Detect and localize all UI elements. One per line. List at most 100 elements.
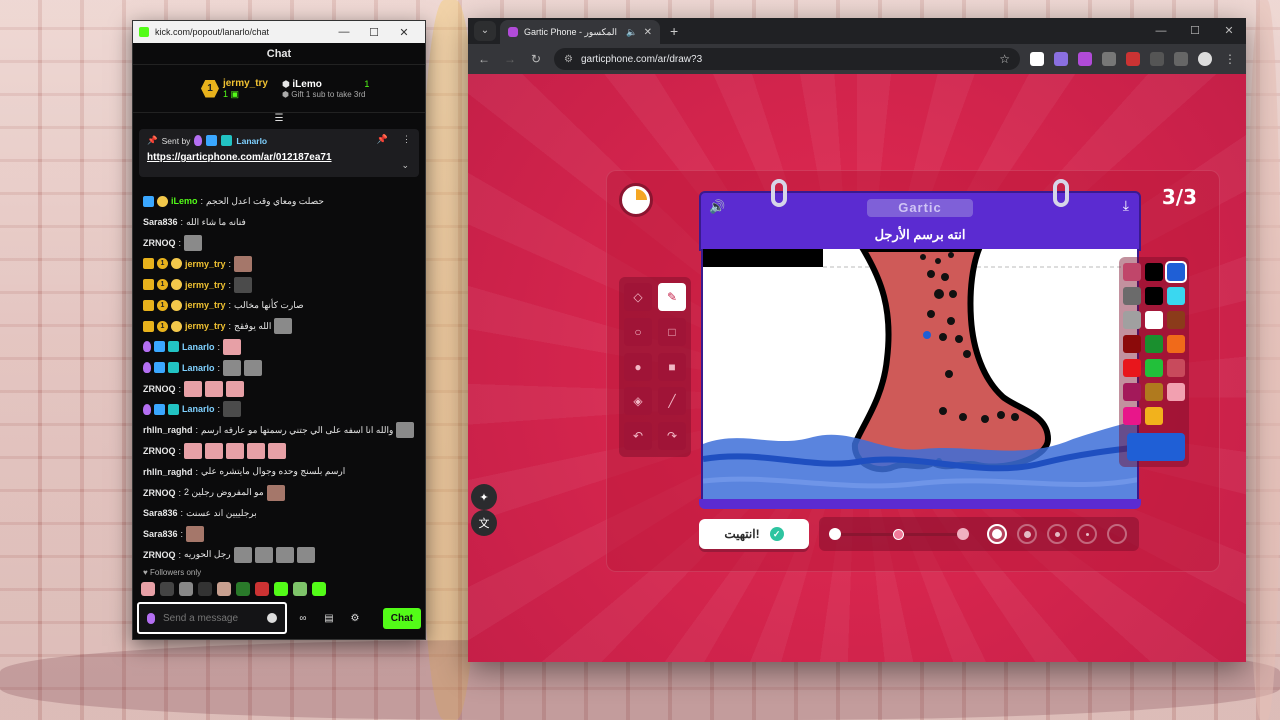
chat-username[interactable]: ZRNOQ (143, 238, 176, 248)
brush-size-option[interactable] (1017, 524, 1037, 544)
extension-icon[interactable] (1102, 52, 1116, 66)
color-swatch[interactable] (1145, 407, 1163, 425)
chat-emote[interactable] (296, 546, 315, 563)
gift-leader-second[interactable]: ⬢ iLemo 1 ⬢ Gift 1 sub to take 3rd (282, 79, 369, 99)
chat-username[interactable]: rhlln_raghd (143, 425, 193, 435)
tab-gartic-phone[interactable]: Gartic Phone - الهاتف المكسور 🔈 ✕ (500, 20, 660, 44)
rectangle-outline-tool-icon[interactable]: □ (658, 317, 686, 346)
color-swatch[interactable] (1145, 263, 1163, 281)
color-swatch[interactable] (1123, 359, 1141, 377)
color-swatch[interactable] (1123, 407, 1141, 425)
chat-username[interactable]: Lanarlo (182, 404, 215, 414)
quick-emote[interactable] (179, 582, 193, 596)
chat-username[interactable]: iLemo (171, 196, 198, 206)
color-swatch[interactable] (1167, 359, 1185, 377)
chat-username[interactable]: Sara836 (143, 529, 178, 539)
chat-emote[interactable] (223, 338, 242, 355)
bookmark-star-icon[interactable]: ☆ (999, 52, 1010, 66)
chat-username[interactable]: ZRNOQ (143, 384, 176, 394)
store-icon[interactable]: ▤ (319, 613, 339, 624)
quick-emote[interactable] (160, 582, 174, 596)
close-icon[interactable]: ✕ (389, 26, 419, 39)
chat-emote[interactable] (223, 359, 242, 376)
browser-menu-icon[interactable]: ⋮ (1222, 52, 1238, 66)
chat-emote[interactable] (184, 234, 203, 251)
gift-leader-first[interactable]: 1 jermy_try 1 ▣ (143, 78, 268, 100)
rectangle-fill-tool-icon[interactable]: ■ (658, 352, 686, 381)
reading-list-icon[interactable] (1174, 52, 1188, 66)
chat-emote[interactable] (268, 442, 287, 459)
more-options-icon[interactable]: ⋮ (402, 134, 411, 145)
color-swatch[interactable] (1167, 311, 1185, 329)
address-bar[interactable]: ⚙ garticphone.com/ar/draw?3 ☆ (554, 48, 1020, 70)
chat-messages-list[interactable]: iLemo: حصلت ومعاي وقت اعدل الحجم Sara836: ف… (133, 191, 425, 563)
chat-emote[interactable] (396, 422, 415, 439)
sound-icon[interactable]: 🔊 (709, 199, 725, 215)
quick-emote[interactable] (236, 582, 250, 596)
translate-icon[interactable]: 文 (471, 510, 497, 536)
chat-username[interactable]: Lanarlo (182, 342, 215, 352)
minimize-icon[interactable]: — (329, 26, 359, 38)
maximize-icon[interactable]: ☐ (359, 26, 389, 39)
pencil-tool-icon[interactable]: ✎ (658, 283, 686, 311)
chat-username[interactable]: Lanarlo (182, 363, 215, 373)
quick-emote[interactable] (217, 582, 231, 596)
color-swatch[interactable] (1145, 311, 1163, 329)
brush-size-option[interactable] (1107, 524, 1127, 544)
chat-username[interactable]: jermy_try (185, 280, 226, 290)
infinity-icon[interactable]: ∞ (293, 613, 313, 624)
close-tab-icon[interactable]: ✕ (644, 27, 652, 38)
extensions-puzzle-icon[interactable] (1150, 52, 1164, 66)
chat-emote[interactable] (266, 484, 285, 501)
extension-icon[interactable] (1126, 52, 1140, 66)
chat-emote[interactable] (234, 276, 253, 293)
chat-emote[interactable] (254, 546, 273, 563)
chat-emote[interactable] (184, 442, 203, 459)
chat-emote[interactable] (205, 380, 224, 397)
reload-icon[interactable]: ↻ (528, 52, 544, 66)
quick-emote[interactable] (198, 582, 212, 596)
address-url[interactable]: garticphone.com/ar/draw?3 (581, 54, 702, 65)
done-button[interactable]: انتهيت! ✓ (699, 519, 809, 549)
chat-username[interactable]: jermy_try (185, 300, 226, 310)
back-icon[interactable]: ← (476, 52, 492, 66)
forward-icon[interactable]: → (502, 52, 518, 66)
quick-emote[interactable] (312, 582, 326, 596)
brush-size-option[interactable] (987, 524, 1007, 544)
extension-icon[interactable] (1030, 52, 1044, 66)
chat-emote[interactable] (226, 380, 245, 397)
speaker-icon[interactable]: 🔈 (626, 27, 637, 38)
chat-emote[interactable] (186, 526, 205, 543)
profile-avatar[interactable] (1198, 52, 1212, 66)
chat-emote[interactable] (247, 442, 266, 459)
maximize-icon[interactable]: ☐ (1178, 18, 1212, 44)
current-color[interactable] (1127, 433, 1185, 461)
color-swatch[interactable] (1165, 261, 1187, 283)
color-swatch[interactable] (1167, 383, 1185, 401)
chat-username[interactable]: rhlln_raghd (143, 467, 193, 477)
chat-emote[interactable] (205, 442, 224, 459)
color-swatch[interactable] (1123, 287, 1141, 305)
chevron-down-icon[interactable]: ⌄ (401, 160, 409, 171)
chat-emote[interactable] (234, 255, 253, 272)
brush-size-option[interactable] (1077, 524, 1097, 544)
line-tool-icon[interactable]: ╱ (658, 387, 686, 416)
color-swatch[interactable] (1145, 359, 1163, 377)
message-input-box[interactable] (137, 602, 287, 634)
pinned-sender-name[interactable]: Lanarlo (236, 136, 267, 146)
pinned-link[interactable]: https://garticphone.com/ar/012187ea71 (147, 152, 411, 163)
color-swatch[interactable] (1145, 383, 1163, 401)
unpin-icon[interactable]: 📌 (377, 134, 388, 145)
sparkle-icon[interactable]: ✦ (471, 484, 497, 510)
emoji-icon[interactable] (267, 613, 277, 623)
color-swatch[interactable] (1123, 311, 1141, 329)
color-swatch[interactable] (1123, 263, 1141, 281)
color-swatch[interactable] (1123, 383, 1141, 401)
chat-username[interactable]: ZRNOQ (143, 488, 176, 498)
slider-knob[interactable] (893, 528, 904, 540)
message-input[interactable] (163, 612, 253, 624)
undo-icon[interactable]: ↶ (624, 422, 652, 451)
chat-username[interactable]: ZRNOQ (143, 446, 176, 456)
chat-emote[interactable] (244, 359, 263, 376)
redo-icon[interactable]: ↷ (658, 422, 686, 451)
